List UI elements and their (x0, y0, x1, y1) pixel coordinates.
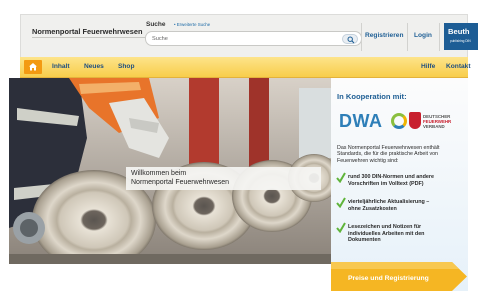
nav-item-shop[interactable]: Shop (118, 63, 134, 70)
panel-intro: Das Normenportal Feuerwehrwesen enthält … (337, 145, 439, 164)
portal-name-underline (32, 37, 150, 38)
feature-item: vierteljährliche Aktualisierung – ohne Z… (348, 199, 430, 212)
welcome-line-2: Normenportal Feuerwehrwesen (131, 179, 230, 186)
dfv-badge-icon (409, 112, 421, 129)
welcome-line-1: Willkommen beim (131, 170, 187, 177)
advanced-search-link[interactable]: • Erweiterte Suche (174, 22, 210, 27)
nav-item-inhalt[interactable]: Inhalt (52, 63, 70, 70)
main-nav: Inhalt Neues Shop Hilfe Kontakt (20, 57, 471, 78)
header-divider (439, 23, 440, 51)
cooperation-title: In Kooperation mit: (337, 92, 407, 101)
pricing-registration-label: Preise und Registrierung (348, 275, 429, 282)
cooperation-panel: In Kooperation mit: DWA DEUTSCHER FEUERW… (331, 78, 468, 291)
search-box (145, 31, 362, 46)
header-divider (361, 23, 362, 51)
home-button[interactable] (24, 60, 42, 74)
checkmark-icon (336, 172, 346, 183)
register-link[interactable]: Registrieren (365, 32, 403, 39)
nav-item-neues[interactable]: Neues (84, 63, 104, 70)
search-icon (347, 36, 355, 44)
beuth-logo[interactable]: Beuth publishing DIN (444, 23, 478, 50)
header-divider (407, 23, 408, 51)
search-button[interactable] (342, 34, 358, 44)
search-input[interactable] (152, 34, 337, 44)
nav-item-kontakt[interactable]: Kontakt (446, 63, 471, 70)
welcome-banner: Willkommen beim Normenportal Feuerwehrwe… (126, 167, 321, 190)
checkmark-icon (336, 197, 346, 208)
dwa-logo[interactable]: DWA (339, 111, 383, 132)
search-label: Suche (146, 21, 166, 28)
feature-item: rund 300 DIN-Normen und andere Vorschrif… (348, 174, 434, 187)
dwa-ring-icon (391, 113, 407, 129)
intro-line: Feuerwehren wichtig sind: (337, 157, 399, 164)
checkmark-icon (336, 222, 346, 233)
hero-image: Willkommen beim Normenportal Feuerwehrwe… (9, 78, 331, 264)
page: Normenportal Feuerwehrwesen Suche • Erwe… (0, 0, 483, 291)
login-link[interactable]: Login (414, 32, 432, 39)
intro-line: Standards, die für die praktische Arbeit… (337, 151, 438, 158)
dfv-logo-line-3: VERBAND (423, 124, 445, 129)
feature-item: Lesezeichen und Notizen für individuelle… (348, 224, 425, 244)
portal-name[interactable]: Normenportal Feuerwehrwesen (32, 27, 142, 36)
beuth-logo-name: Beuth (448, 27, 470, 36)
header: Normenportal Feuerwehrwesen Suche • Erwe… (20, 14, 478, 57)
nav-item-hilfe[interactable]: Hilfe (421, 63, 435, 70)
beuth-logo-sub: publishing DIN (450, 39, 471, 43)
home-icon (29, 63, 37, 71)
